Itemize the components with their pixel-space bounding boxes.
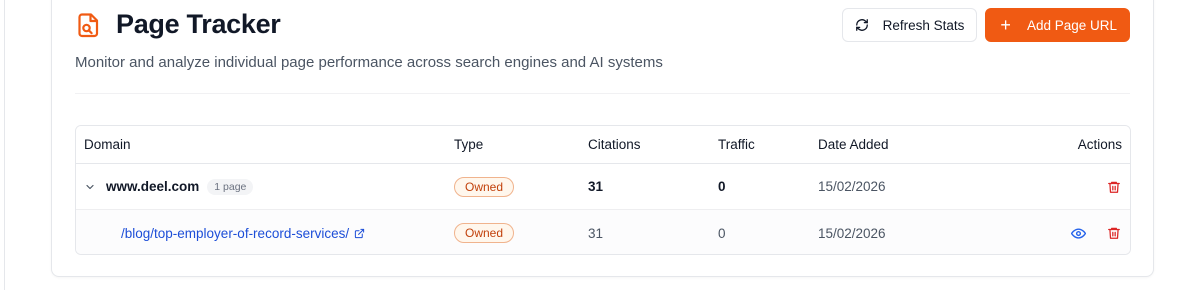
- view-eye-icon[interactable]: [1070, 225, 1086, 241]
- citations-cell: 31: [588, 179, 604, 194]
- add-page-url-button[interactable]: + Add Page URL: [985, 8, 1130, 42]
- page-path: /blog/top-employer-of-record-services/: [121, 225, 350, 241]
- delete-domain-trash-icon[interactable]: [1106, 179, 1122, 195]
- col-domain: Domain: [84, 137, 131, 152]
- page-subtitle: Monitor and analyze individual page perf…: [75, 54, 663, 71]
- type-cell: Owned: [454, 223, 515, 243]
- actions-cell: [1106, 179, 1122, 195]
- page-tracker-icon: [76, 12, 102, 38]
- date-added-cell: 15/02/2026: [818, 179, 886, 194]
- plus-icon: +: [1000, 15, 1011, 35]
- owned-badge: Owned: [454, 176, 515, 197]
- chevron-down-icon[interactable]: [84, 181, 96, 193]
- domain-cell: www.deel.com 1 page: [84, 178, 254, 195]
- external-link-icon: [354, 228, 365, 238]
- citations-cell: 31: [588, 225, 604, 241]
- page-path-link[interactable]: /blog/top-employer-of-record-services/: [121, 226, 365, 241]
- toolbar: Refresh Stats + Add Page URL: [841, 8, 1130, 42]
- page-path-cell: /blog/top-employer-of-record-services/: [121, 226, 365, 241]
- owned-badge: Owned: [454, 223, 515, 243]
- page-tracker-card: Page Tracker Monitor and analyze individ…: [51, 0, 1154, 277]
- header-divider: [75, 93, 1130, 94]
- refresh-stats-button[interactable]: Refresh Stats: [841, 8, 978, 42]
- page-edge: [4, 0, 5, 290]
- actions-cell: [1070, 225, 1122, 241]
- page-title: Page Tracker: [116, 9, 281, 39]
- page-row[interactable]: /blog/top-employer-of-record-services/ O…: [76, 210, 1130, 254]
- page-count-badge: 1 page: [207, 178, 254, 195]
- domain-row[interactable]: www.deel.com 1 page Owned 31 0 15/02/202…: [76, 164, 1130, 210]
- domain-name: www.deel.com: [106, 179, 200, 194]
- col-type: Type: [454, 137, 484, 152]
- refresh-stats-label: Refresh Stats: [882, 17, 965, 33]
- col-date-added: Date Added: [818, 137, 889, 152]
- traffic-cell: 0: [718, 225, 726, 241]
- traffic-cell: 0: [718, 179, 726, 194]
- col-traffic: Traffic: [718, 137, 755, 152]
- pages-table: Domain Type Citations Traffic Date Added…: [75, 125, 1131, 255]
- delete-page-trash-icon[interactable]: [1106, 225, 1122, 241]
- type-cell: Owned: [454, 176, 515, 197]
- col-citations: Citations: [588, 137, 641, 152]
- page-header: Page Tracker: [76, 9, 281, 40]
- add-page-url-label: Add Page URL: [1026, 17, 1117, 33]
- refresh-icon: [855, 19, 868, 31]
- table-header: Domain Type Citations Traffic Date Added…: [76, 126, 1130, 164]
- date-added-cell: 15/02/2026: [818, 225, 886, 241]
- col-actions: Actions: [1077, 137, 1122, 152]
